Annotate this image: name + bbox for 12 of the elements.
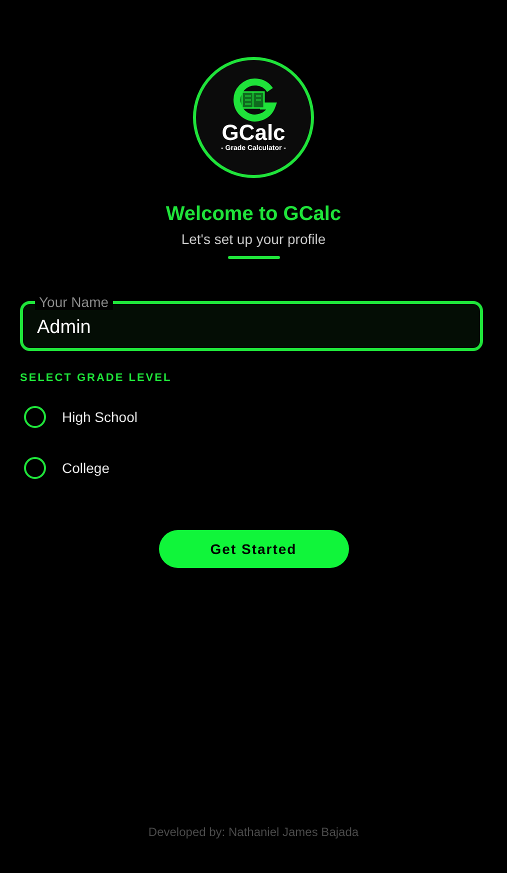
field-value: Admin — [37, 317, 91, 339]
section-label: SELECT GRADE LEVEL — [20, 371, 172, 385]
radio-label[interactable]: College — [62, 458, 110, 478]
logo-title: GCalc — [222, 122, 286, 144]
radio-button[interactable] — [24, 406, 46, 428]
radio-label[interactable]: High School — [62, 406, 138, 428]
subheading: Let's set up your profile — [181, 230, 326, 248]
get-started-button[interactable]: Get Started — [158, 530, 348, 568]
welcome-heading: Welcome to GCalc — [166, 202, 342, 227]
radio-button[interactable] — [24, 457, 46, 479]
field-label: Your Name — [35, 294, 113, 310]
developer-credit: Developed by: Nathaniel James Bajada — [148, 825, 359, 839]
